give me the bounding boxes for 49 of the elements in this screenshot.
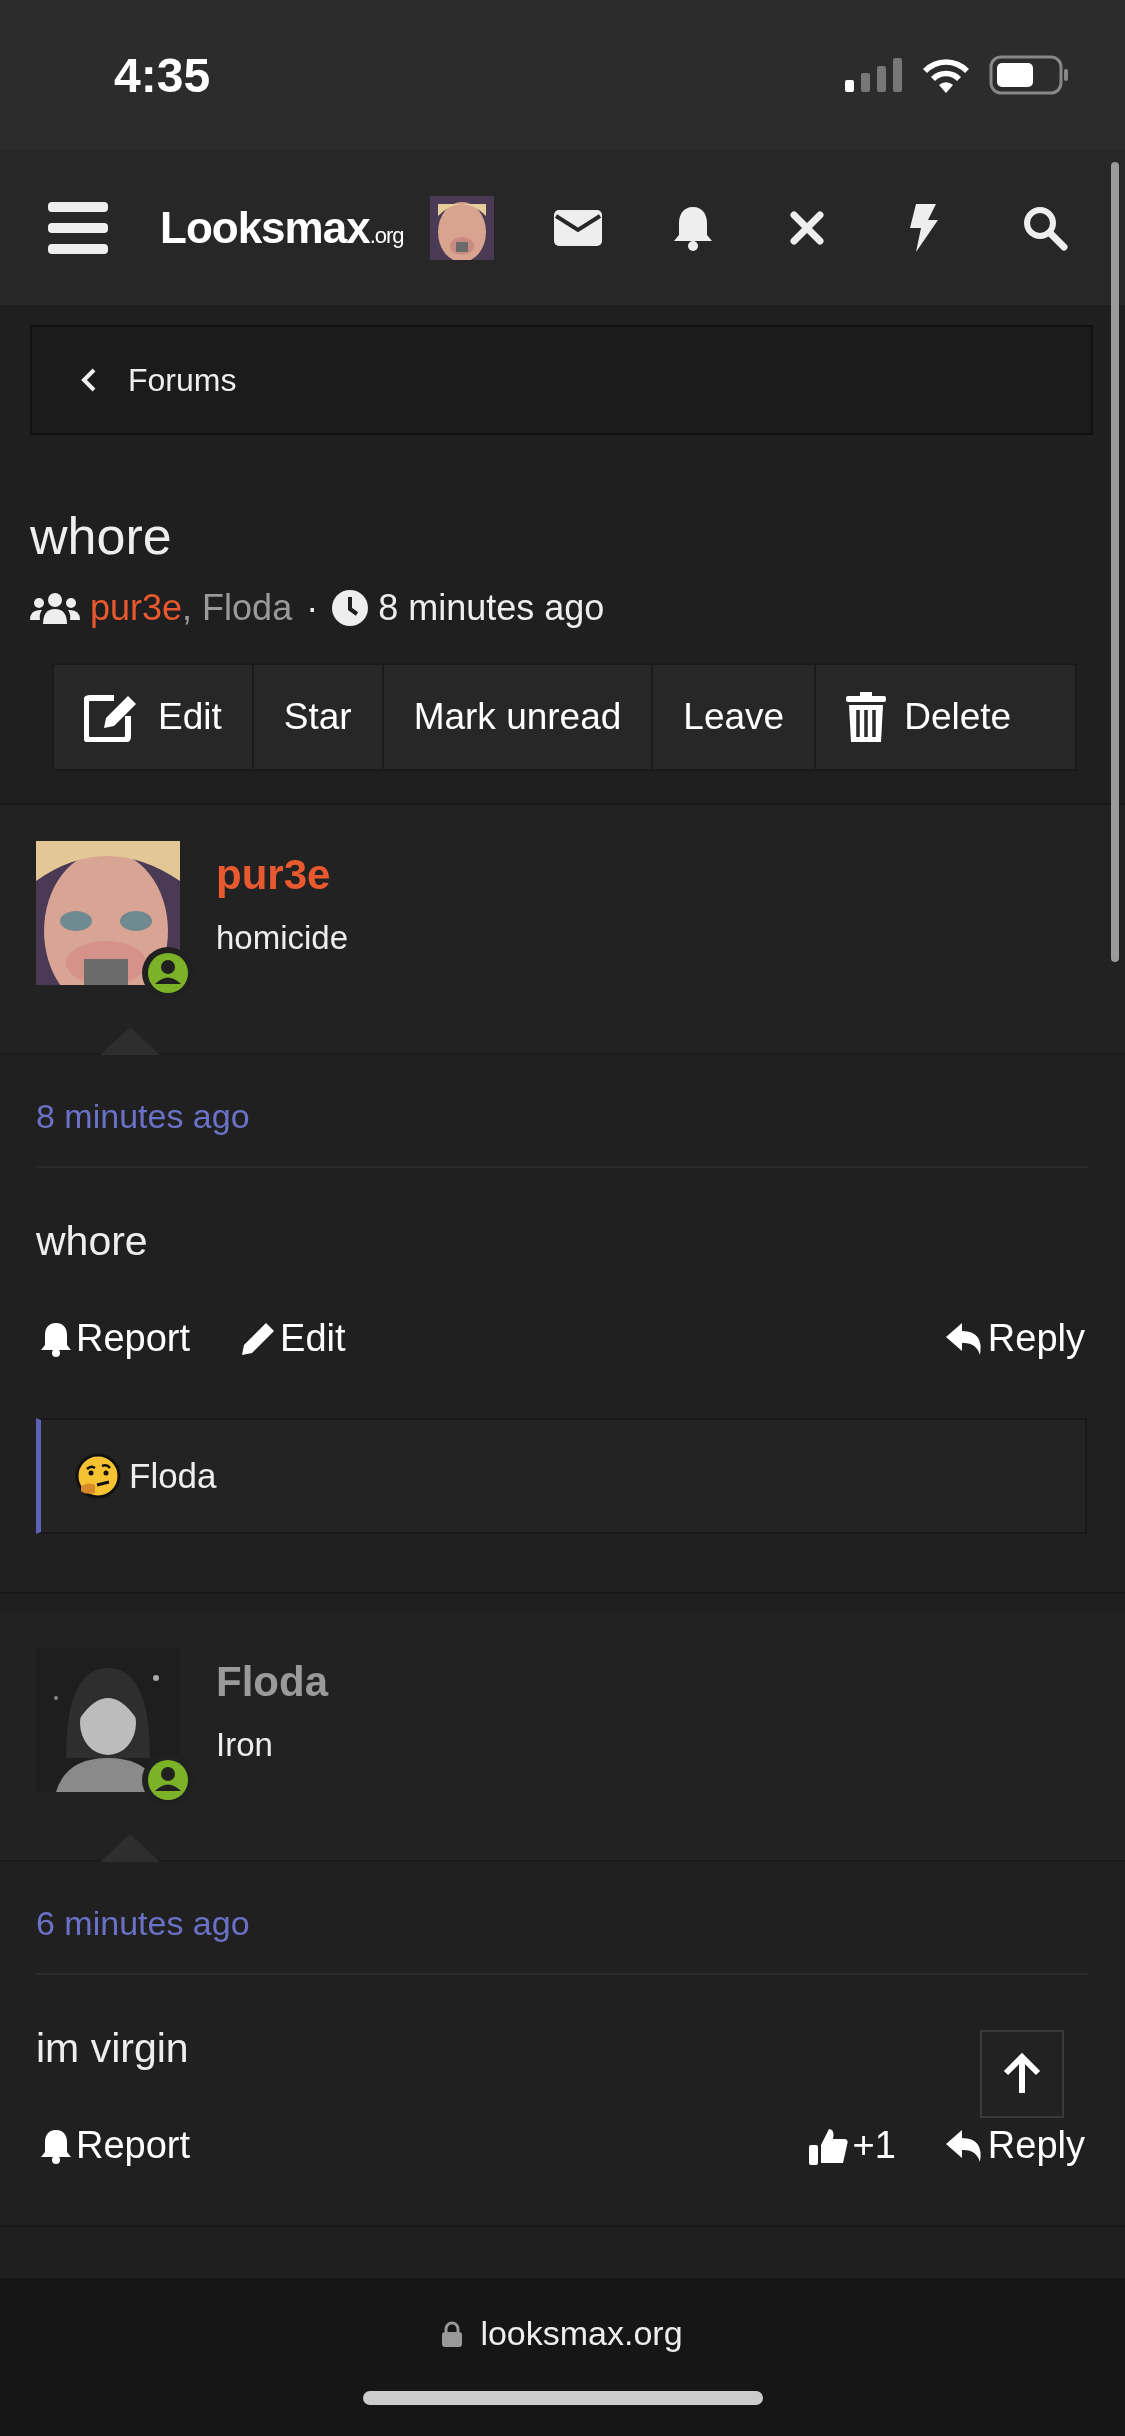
reactions-bar[interactable]: Floda [36, 1418, 1087, 1535]
message-action[interactable]: Reply [945, 2124, 1085, 2168]
reaction-user: Floda [129, 1456, 217, 1497]
address-bar[interactable]: looksmax.org [442, 2314, 683, 2353]
pencil-icon [240, 1320, 277, 1357]
menu-icon[interactable] [48, 201, 108, 254]
search-icon[interactable] [1021, 204, 1068, 251]
close-icon[interactable] [789, 210, 824, 245]
reply-icon [945, 1322, 984, 1355]
participant-link[interactable]: Floda [202, 587, 293, 630]
reply-icon [945, 2129, 984, 2162]
comma: , [182, 587, 193, 630]
wifi-icon [921, 57, 971, 93]
scroll-top-button[interactable] [980, 2030, 1064, 2118]
bell-icon[interactable] [671, 204, 714, 251]
conversation-title: whore [30, 506, 173, 567]
message-text: im virgin [36, 2024, 190, 2073]
arrow-up-icon [1002, 2053, 1042, 2095]
user-title: Iron [216, 1726, 274, 1765]
participant-link[interactable]: pur3e [90, 587, 183, 630]
message-action[interactable]: +1 [808, 2124, 896, 2168]
post-time[interactable]: 8 minutes ago [36, 1097, 250, 1136]
thinking-face-icon [75, 1453, 121, 1500]
mail-icon[interactable] [553, 209, 602, 246]
trash-icon [846, 692, 887, 743]
status-time: 4:35 [114, 47, 211, 103]
username[interactable]: pur3e [216, 851, 349, 900]
thumbs-up-icon [808, 2126, 849, 2165]
site-logo[interactable]: Looksmax.org [160, 202, 404, 253]
users-icon [30, 592, 80, 625]
post-time[interactable]: 6 minutes ago [36, 1904, 250, 1943]
battery-icon [989, 55, 1069, 95]
user-title: homicide [216, 919, 349, 958]
signal-icon [845, 58, 903, 92]
lock-icon [442, 2320, 463, 2347]
bell-icon [40, 2127, 72, 2164]
lightning-icon[interactable] [907, 203, 938, 252]
message-text: whore [36, 1217, 149, 1266]
message-action[interactable]: Edit [240, 1317, 346, 1361]
separator: · [306, 587, 319, 630]
chevron-left-icon [80, 367, 98, 393]
message-action[interactable]: Reply [945, 1317, 1085, 1361]
message-action[interactable]: Report [40, 1317, 191, 1361]
username[interactable]: Floda [216, 1658, 328, 1707]
clock-icon [332, 590, 369, 627]
bell-icon [40, 1320, 72, 1357]
message-action[interactable]: Report [40, 2124, 191, 2168]
conversation-time: 8 minutes ago [378, 587, 605, 630]
breadcrumb-link[interactable]: Forums [30, 325, 1093, 435]
